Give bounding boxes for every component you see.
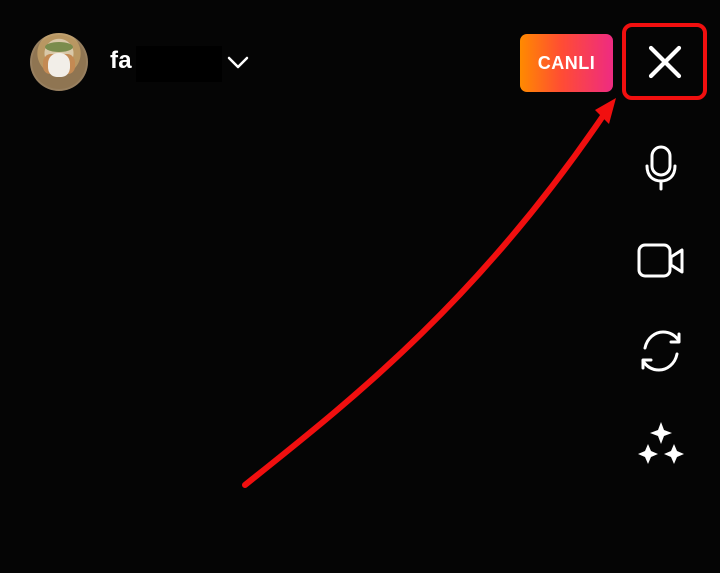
chevron-down-icon[interactable] [225,50,251,76]
avatar[interactable] [30,33,88,91]
username-redaction [136,46,222,82]
username[interactable]: fa [110,47,132,75]
close-icon [648,45,682,79]
close-button[interactable] [622,23,707,100]
annotation-arrow [242,98,616,488]
live-button[interactable]: CANLI [520,34,613,92]
